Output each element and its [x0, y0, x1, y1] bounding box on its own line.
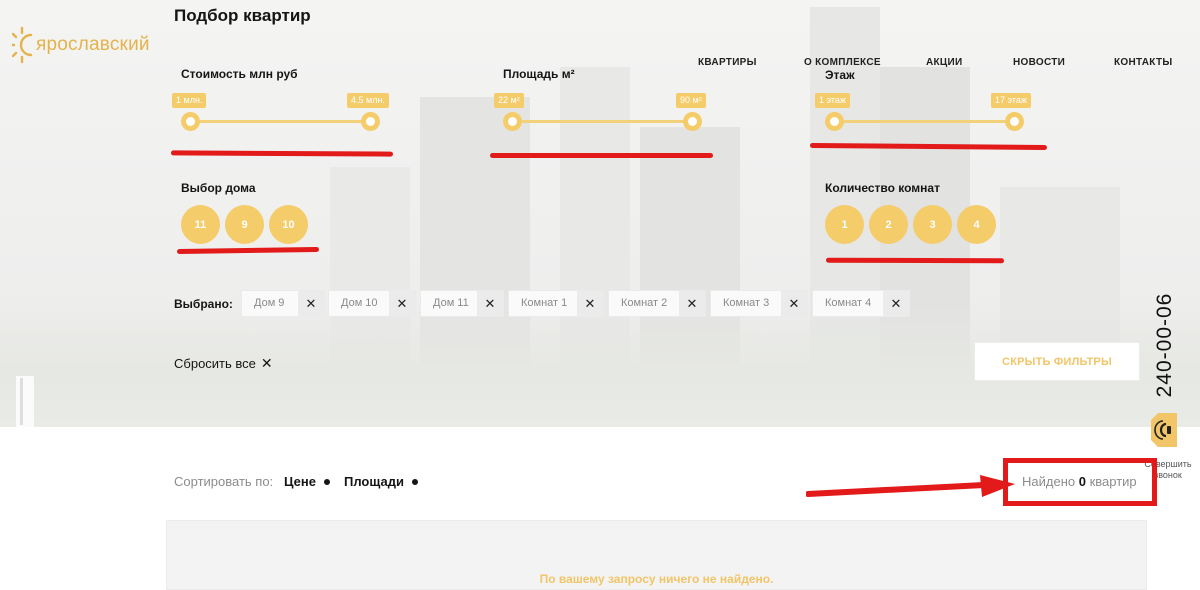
selected-chip: Комнат 3 ✕ — [710, 290, 808, 317]
price-max-handle[interactable] — [361, 112, 380, 131]
house-filter-label: Выбор дома — [181, 181, 256, 195]
floor-filter-label: Этаж — [825, 68, 855, 82]
floor-min-handle[interactable] — [825, 112, 844, 131]
house-option-11[interactable]: 11 — [181, 205, 220, 244]
found-suffix: квартир — [1089, 474, 1137, 489]
selected-chip-label: Комнат 4 — [825, 297, 872, 309]
chip-remove-icon[interactable]: ✕ — [477, 291, 503, 316]
area-slider[interactable]: 22 м² 90 м² — [494, 93, 714, 133]
selected-chip-label: Дом 9 — [254, 297, 285, 309]
chip-remove-icon[interactable]: ✕ — [577, 291, 603, 316]
hide-filters-button[interactable]: СКРЫТЬ ФИЛЬТРЫ — [974, 342, 1140, 381]
area-max-tag: 90 м² — [676, 93, 706, 108]
floor-slider-track[interactable] — [833, 120, 1017, 123]
nav-news[interactable]: НОВОСТИ — [1013, 57, 1065, 68]
area-min-handle[interactable] — [503, 112, 522, 131]
nav-promotions[interactable]: АКЦИИ — [926, 57, 963, 68]
reset-all-button[interactable]: Сбросить все ✕ — [174, 355, 273, 372]
floor-max-tag: 17 этаж — [991, 93, 1031, 108]
rooms-option-4[interactable]: 4 — [957, 205, 996, 244]
nav-contacts[interactable]: КОНТАКТЫ — [1114, 57, 1172, 68]
area-min-tag: 22 м² — [494, 93, 524, 108]
selected-chip-label: Комнат 2 — [621, 297, 668, 309]
found-number: 0 — [1078, 474, 1086, 489]
rooms-option-1[interactable]: 1 — [825, 205, 864, 244]
chip-remove-icon[interactable]: ✕ — [298, 291, 324, 316]
floor-max-handle[interactable] — [1005, 112, 1024, 131]
sort-by-area[interactable]: Площади — [344, 474, 404, 489]
nav-about-complex[interactable]: О КОМПЛЕКСЕ — [804, 57, 881, 68]
floor-slider[interactable]: 1 этаж 17 этаж — [815, 93, 1041, 133]
page-title: Подбор квартир — [174, 6, 311, 25]
site-logo[interactable]: ярославский — [12, 26, 150, 64]
price-max-tag: 4.5 млн. — [347, 93, 389, 108]
found-prefix: Найдено — [1022, 474, 1076, 489]
selected-chip-label: Комнат 3 — [723, 297, 770, 309]
sort-by-price[interactable]: Цене — [284, 474, 316, 489]
sort-area-dot-icon — [412, 479, 418, 485]
rooms-filter-label: Количество комнат — [825, 181, 940, 195]
price-min-handle[interactable] — [181, 112, 200, 131]
rooms-option-3[interactable]: 3 — [913, 205, 952, 244]
phone-number[interactable]: 240-00-06 — [1152, 285, 1178, 405]
selected-chip: Дом 11 ✕ — [420, 290, 504, 317]
price-slider[interactable]: 1 млн. 4.5 млн. — [172, 93, 398, 133]
selected-chip-label: Комнат 1 — [521, 297, 568, 309]
chip-remove-icon[interactable]: ✕ — [389, 291, 415, 316]
results-panel: По вашему запросу ничего не найдено. — [166, 520, 1147, 590]
background-post — [16, 376, 34, 427]
selected-chip: Комнат 2 ✕ — [608, 290, 706, 317]
house-option-9[interactable]: 9 — [225, 205, 264, 244]
phone-number-text: 240-00-06 — [1153, 292, 1176, 398]
rooms-option-2[interactable]: 2 — [869, 205, 908, 244]
area-filter-label: Площадь м² — [503, 67, 575, 81]
selected-label: Выбрано: — [174, 297, 233, 311]
price-slider-track[interactable] — [190, 120, 374, 123]
chip-remove-icon[interactable]: ✕ — [883, 291, 909, 316]
sun-logo-icon — [12, 26, 33, 64]
no-results-message: По вашему запросу ничего не найдено. — [539, 572, 774, 586]
floor-min-tag: 1 этаж — [815, 93, 850, 108]
nav-apartments[interactable]: КВАРТИРЫ — [698, 57, 757, 68]
phone-ring-icon[interactable] — [1151, 413, 1177, 447]
selected-chip-label: Дом 11 — [433, 297, 469, 309]
found-count: Найдено 0 квартир — [1022, 474, 1137, 489]
annotation-underline — [825, 257, 1005, 264]
area-max-handle[interactable] — [683, 112, 702, 131]
chip-remove-icon[interactable]: ✕ — [781, 291, 807, 316]
logo-text: ярославский — [36, 34, 150, 55]
sort-price-dot-icon — [324, 479, 330, 485]
price-filter-label: Стоимость млн руб — [181, 67, 298, 81]
annotation-arrow-icon — [806, 475, 1015, 497]
price-min-tag: 1 млн. — [172, 93, 207, 108]
close-icon: ✕ — [260, 355, 273, 371]
selected-chip: Дом 9 ✕ — [241, 290, 325, 317]
selected-chip: Дом 10 ✕ — [328, 290, 416, 317]
chip-remove-icon[interactable]: ✕ — [679, 291, 705, 316]
area-slider-track[interactable] — [512, 120, 692, 123]
selected-chip: Комнат 4 ✕ — [812, 290, 910, 317]
annotation-underline — [490, 153, 713, 158]
selected-chip-label: Дом 10 — [341, 297, 378, 309]
sort-label: Сортировать по: — [174, 474, 274, 489]
reset-all-label: Сбросить все — [174, 356, 256, 371]
house-option-10[interactable]: 10 — [269, 205, 308, 244]
selected-chip: Комнат 1 ✕ — [508, 290, 604, 317]
